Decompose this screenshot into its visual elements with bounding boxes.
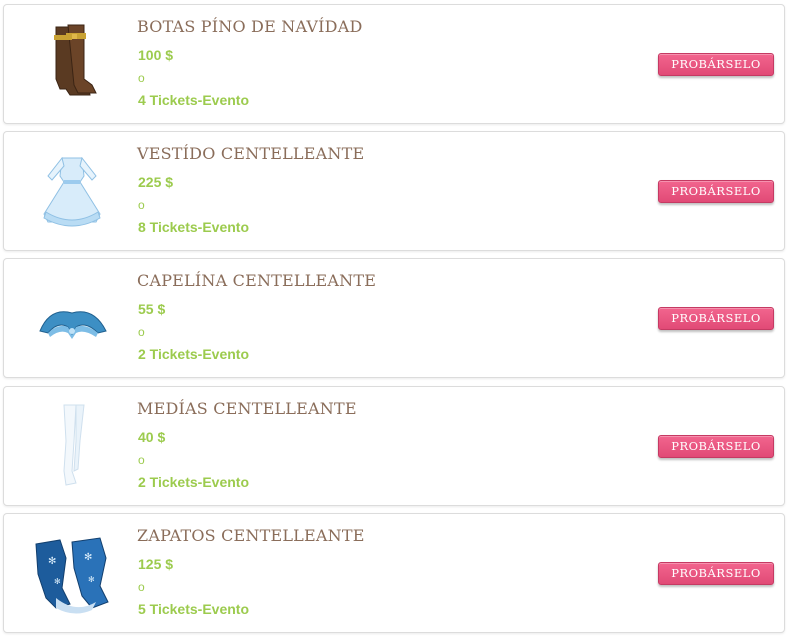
try-on-button[interactable]: PROBÁRSELO	[658, 435, 774, 458]
shop-item-card: CAPELÍNA CENTELLEANTE 55 $ o 2 Tickets-E…	[3, 258, 785, 378]
item-or-separator: o	[138, 198, 145, 212]
dress-icon	[26, 146, 118, 238]
item-or-separator: o	[138, 580, 145, 594]
try-on-button[interactable]: PROBÁRSELO	[658, 180, 774, 203]
item-price: 100 $	[138, 47, 174, 63]
shop-item-list: BOTAS PÍNO DE NAVÍDAD 100 $ o 4 Tickets-…	[0, 0, 790, 640]
item-price: 55 $	[138, 301, 166, 317]
shop-item-card: MEDÍAS CENTELLEANTE 40 $ o 2 Tickets-Eve…	[3, 386, 785, 506]
item-price: 225 $	[138, 174, 174, 190]
item-or-separator: o	[138, 453, 145, 467]
shop-item-card: ✻ ✻ ✻ ✻ ZAPATOS CENTELLEANTE 125 $ o 5 T…	[3, 513, 785, 633]
item-ticket-price: 2 Tickets-Evento	[138, 346, 250, 362]
try-on-button[interactable]: PROBÁRSELO	[658, 53, 774, 76]
item-or-separator: o	[138, 71, 145, 85]
svg-text:✻: ✻	[54, 577, 61, 586]
try-on-button[interactable]: PROBÁRSELO	[658, 307, 774, 330]
svg-text:✻: ✻	[88, 575, 95, 584]
item-name: BOTAS PÍNO DE NAVÍDAD	[137, 17, 363, 36]
svg-text:✻: ✻	[48, 556, 56, 567]
item-ticket-price: 2 Tickets-Evento	[138, 474, 250, 490]
shop-item-card: VESTÍDO CENTELLEANTE 225 $ o 8 Tickets-E…	[3, 131, 785, 251]
shop-item-card: BOTAS PÍNO DE NAVÍDAD 100 $ o 4 Tickets-…	[3, 4, 785, 124]
stockings-icon	[26, 401, 118, 493]
item-name: VESTÍDO CENTELLEANTE	[137, 144, 365, 163]
item-price: 125 $	[138, 556, 174, 572]
item-ticket-price: 4 Tickets-Evento	[138, 92, 250, 108]
svg-text:✻: ✻	[84, 552, 92, 563]
item-or-separator: o	[138, 325, 145, 339]
shoes-icon: ✻ ✻ ✻ ✻	[26, 528, 118, 620]
capelet-icon	[26, 273, 118, 365]
try-on-button[interactable]: PROBÁRSELO	[658, 562, 774, 585]
item-price: 40 $	[138, 429, 166, 445]
item-name: MEDÍAS CENTELLEANTE	[137, 399, 357, 418]
boots-icon	[26, 19, 118, 111]
item-name: ZAPATOS CENTELLEANTE	[137, 526, 365, 545]
item-ticket-price: 8 Tickets-Evento	[138, 219, 250, 235]
item-ticket-price: 5 Tickets-Evento	[138, 601, 250, 617]
item-name: CAPELÍNA CENTELLEANTE	[137, 271, 377, 290]
